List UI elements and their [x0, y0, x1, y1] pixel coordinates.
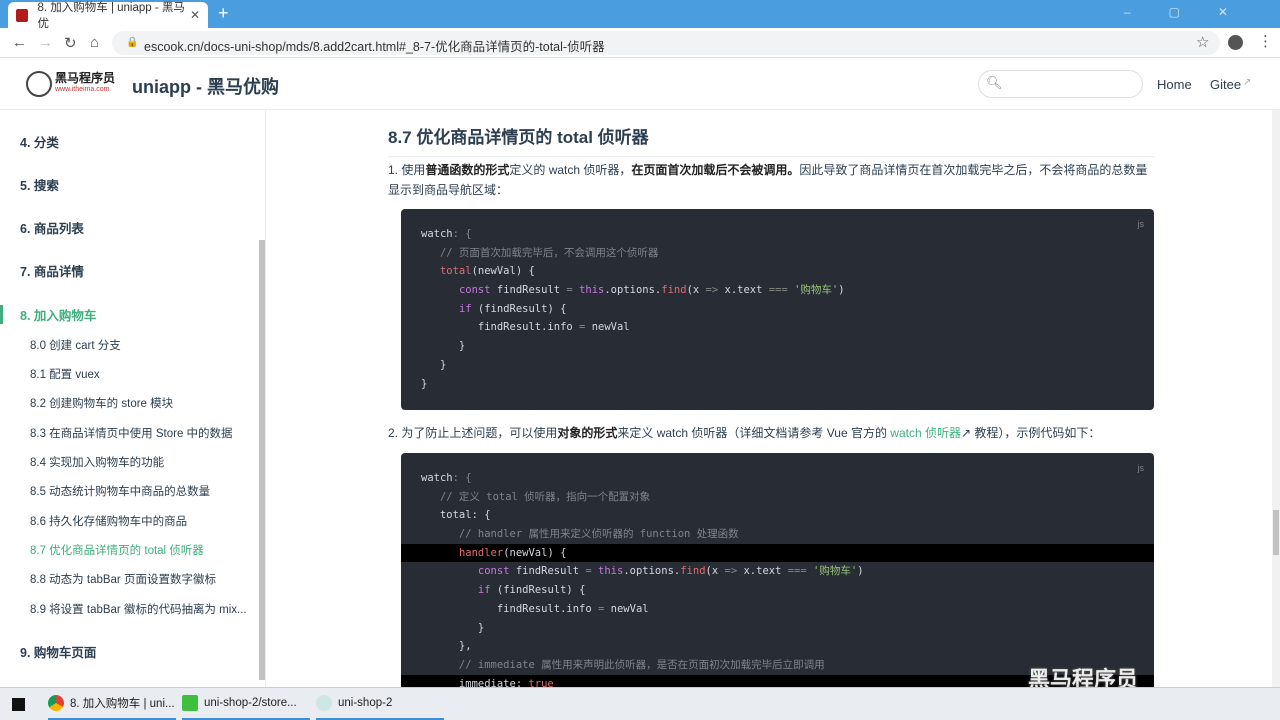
code-line: }: [421, 377, 428, 390]
url-text: escook.cn/docs-uni-shop/mds/8.add2cart.h…: [144, 40, 605, 54]
sidebar-subitem-active[interactable]: 8.7 优化商品详情页的 total 侦听器: [30, 542, 204, 558]
sidebar-item[interactable]: 9. 购物车页面: [20, 642, 96, 661]
nav-home[interactable]: Home: [1157, 77, 1192, 92]
sidebar: 4. 分类 5. 搜索 6. 商品列表 7. 商品详情 8. 加入购物车 8.0…: [0, 110, 266, 687]
sidebar-item[interactable]: 4. 分类: [20, 132, 59, 151]
tab-title: 8. 加入购物车 | uniapp - 黑马优: [37, 2, 185, 30]
menu-icon[interactable]: ⋮: [1258, 32, 1273, 50]
reload-icon[interactable]: ↻: [64, 34, 77, 52]
hbuilder-icon: [182, 695, 198, 711]
address-bar-row: ← → ↻ ⌂ 🔒 escook.cn/docs-uni-shop/mds/8.a…: [0, 28, 1280, 58]
close-tab-icon[interactable]: ✕: [190, 8, 200, 22]
code-line: // 定义 total 侦听器，指向一个配置对象: [421, 490, 651, 503]
taskbar-hbuilder[interactable]: uni-shop-2/store...: [182, 688, 310, 720]
url-input[interactable]: 🔒 escook.cn/docs-uni-shop/mds/8.add2cart.…: [112, 31, 1220, 55]
code-line: // 页面首次加载完毕后，不会调用这个侦听器: [421, 246, 659, 259]
sidebar-scrollbar[interactable]: [259, 240, 265, 680]
page-scrollbar[interactable]: [1272, 110, 1280, 687]
sidebar-subitem[interactable]: 8.5 动态统计购物车中商品的总数量: [30, 483, 210, 499]
vue-watch-link[interactable]: watch 侦听器: [890, 426, 961, 440]
sidebar-item[interactable]: 6. 商品列表: [20, 218, 84, 237]
window-controls[interactable]: –▢✕: [1124, 5, 1266, 19]
forward-icon[interactable]: →: [38, 34, 53, 51]
sidebar-item[interactable]: 5. 搜索: [20, 175, 59, 194]
nav-gitee[interactable]: Gitee: [1210, 77, 1241, 92]
code-line: watch: {: [421, 472, 472, 484]
section-heading: 8.7 优化商品详情页的 total 侦听器: [388, 123, 1154, 157]
code-line: }: [421, 358, 447, 371]
code-line: findResult.info = newVal: [421, 321, 630, 334]
home-icon[interactable]: ⌂: [90, 34, 99, 51]
code-line: const findResult = this.options.find(x =…: [458, 284, 845, 297]
code-line: }: [421, 340, 466, 353]
favicon-icon: [16, 8, 29, 22]
profile-icon[interactable]: [1228, 35, 1243, 50]
code-line: if (findResult) {: [477, 584, 586, 597]
code-line: },: [421, 640, 472, 653]
code-line: findResult.info = newVal: [421, 602, 649, 615]
code-line: watch: {: [421, 228, 472, 240]
code-lang: js: [1137, 219, 1145, 229]
sidebar-subitem[interactable]: 8.4 实现加入购物车的功能: [30, 454, 164, 470]
code-lang: js: [1137, 463, 1145, 473]
sidebar-subitem[interactable]: 8.6 持久化存储购物车中的商品: [30, 513, 187, 529]
sidebar-subitem[interactable]: 8.9 将设置 tabBar 徽标的代码抽离为 mix...: [30, 601, 247, 617]
sidebar-subitem[interactable]: 8.1 配置 vuex: [30, 366, 100, 382]
taskbar-devtools[interactable]: uni-shop-2: [316, 688, 444, 720]
bookmark-star-icon[interactable]: ☆: [1196, 33, 1209, 51]
devtools-icon: [316, 695, 332, 711]
main-content: 8.7 优化商品详情页的 total 侦听器 1. 使用普通函数的形式定义的 w…: [266, 110, 1272, 687]
paragraph-1: 1. 使用普通函数的形式定义的 watch 侦听器，在页面首次加载后不会被调用。…: [388, 163, 1148, 197]
taskbar: 8. 加入购物车 | uni... uni-shop-2/store... un…: [0, 687, 1280, 720]
sidebar-item[interactable]: 7. 商品详情: [20, 261, 84, 280]
code-line: total: {: [421, 509, 491, 522]
code-block-1: js watch: { // 页面首次加载完毕后，不会调用这个侦听器 total(…: [401, 209, 1154, 410]
logo[interactable]: 黑马程序员 www.itheima.com: [26, 71, 115, 97]
sidebar-subitem[interactable]: 8.2 创建购物车的 store 模块: [30, 395, 173, 411]
code-line: // handler 属性用来定义侦听器的 function 处理函数: [421, 528, 739, 541]
browser-tab-bar: 8. 加入购物车 | uniapp - 黑马优 ✕ + –▢✕: [0, 0, 1280, 30]
sidebar-subitem[interactable]: 8.3 在商品详情页中使用 Store 中的数据: [30, 425, 233, 441]
windows-start-icon[interactable]: [12, 698, 25, 711]
code-block-2: js watch: { // 定义 total 侦听器，指向一个配置对象 tota…: [401, 453, 1154, 687]
sidebar-item-active[interactable]: 8. 加入购物车: [0, 305, 96, 324]
search-input[interactable]: 🔍︎: [978, 70, 1143, 98]
code-line: }: [421, 621, 485, 634]
paragraph-2: 2. 为了防止上述问题，可以使用对象的形式来定义 watch 侦听器（详细文档请…: [388, 426, 1101, 440]
browser-tab[interactable]: 8. 加入购物车 | uniapp - 黑马优 ✕: [8, 2, 208, 30]
code-line: const findResult = this.options.find(x =…: [477, 565, 864, 578]
lock-icon: 🔒: [126, 37, 139, 48]
code-line: total(newVal) {: [439, 265, 535, 278]
taskbar-chrome[interactable]: 8. 加入购物车 | uni...: [48, 688, 176, 720]
site-title[interactable]: uniapp - 黑马优购: [132, 73, 279, 99]
external-link-icon: ↗: [1243, 77, 1252, 88]
chrome-icon: [48, 695, 64, 711]
back-icon[interactable]: ←: [12, 34, 27, 51]
search-icon: 🔍︎: [986, 75, 1003, 90]
site-header: 黑马程序员 www.itheima.com uniapp - 黑马优购 🔍︎ Ho…: [0, 58, 1280, 110]
code-line: if (findResult) {: [458, 302, 567, 315]
sidebar-subitem[interactable]: 8.0 创建 cart 分支: [30, 337, 121, 353]
new-tab-icon[interactable]: +: [218, 3, 229, 24]
code-line: handler(newVal) {: [401, 543, 1154, 563]
sidebar-subitem[interactable]: 8.8 动态为 tabBar 页面设置数字徽标: [30, 571, 216, 587]
